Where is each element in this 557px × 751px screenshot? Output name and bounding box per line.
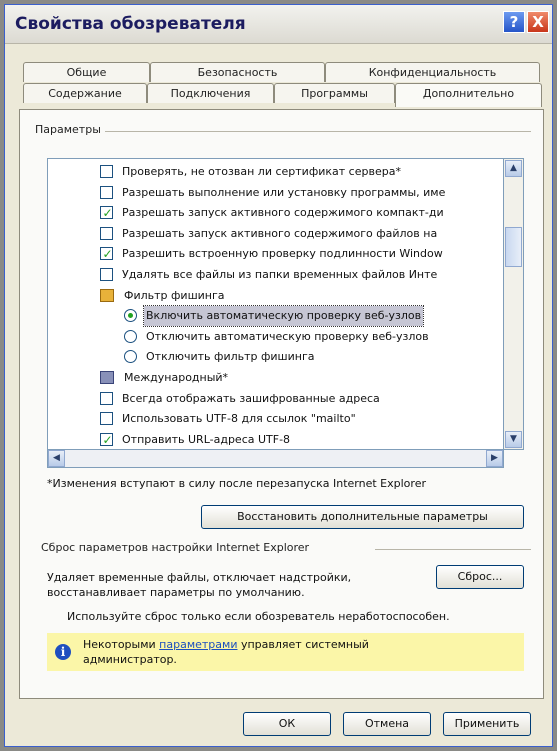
restore-advanced-button[interactable]: Восстановить дополнительные параметры <box>201 505 524 529</box>
tab-security[interactable]: Безопасность <box>150 62 325 82</box>
settings-item-label: Всегда отображать зашифрованные адреса <box>122 391 380 405</box>
settings-link[interactable]: параметрами <box>159 638 237 651</box>
checkbox[interactable] <box>100 412 113 426</box>
scroll-up-icon[interactable]: ▲ <box>505 160 522 177</box>
check-icon: ✓ <box>102 206 113 221</box>
horizontal-scroll-track[interactable] <box>65 450 486 467</box>
help-button[interactable]: ? <box>503 11 525 33</box>
checkbox[interactable] <box>100 391 113 405</box>
reset-description: Удаляет временные файлы, отключает надст… <box>47 570 351 600</box>
window-title: Свойства обозревателя <box>15 14 246 34</box>
settings-checkbox-row[interactable]: Разрешать запуск активного содержимого ф… <box>48 224 503 244</box>
settings-item-label: Удалять все файлы из папки временных фай… <box>122 268 438 281</box>
cancel-button[interactable]: Отмена <box>343 712 431 736</box>
reset-group-divider <box>375 549 531 550</box>
scroll-right-icon[interactable]: ▶ <box>486 450 503 467</box>
admin-info-bar: i Некоторыми параметрами управляет систе… <box>47 633 524 671</box>
settings-item-label: Разрешать запуск активного содержимого к… <box>122 206 444 220</box>
radio-dot-icon <box>128 313 133 319</box>
info-text-part: Некоторыми <box>83 638 160 651</box>
tab-content[interactable]: Содержание <box>23 83 147 103</box>
settings-item-label: Отключить фильтр фишинга <box>146 350 315 364</box>
settings-list[interactable]: Проверять, не отозван ли сертификат серв… <box>47 158 504 450</box>
radio-button[interactable] <box>124 329 137 343</box>
settings-checkbox-row[interactable]: ✓ Разрешать запуск активного содержимого … <box>48 203 503 223</box>
settings-checkbox-row[interactable]: ✓ Разрешить встроенную проверку подлиннос… <box>48 244 503 264</box>
settings-item-label: Международный* <box>124 371 229 384</box>
params-group-label: Параметры <box>35 123 101 136</box>
ok-button[interactable]: ОК <box>243 712 331 736</box>
settings-checkbox-row[interactable]: Всегда отображать зашифрованные адреса <box>48 389 503 409</box>
params-group-divider <box>105 131 531 132</box>
tab-programs[interactable]: Программы <box>274 83 395 103</box>
settings-item-label: Отключить автоматическую проверку веб-уз… <box>146 329 429 343</box>
settings-item-label: Фильтр фишинга <box>124 288 225 302</box>
settings-checkbox-row[interactable]: ✓ Отправить URL-адреса UTF-8 <box>48 430 503 449</box>
globe-folder-icon <box>100 371 114 384</box>
close-button[interactable]: X <box>527 11 549 33</box>
info-text-part: управляет системный <box>237 638 369 651</box>
settings-checkbox-row[interactable]: Использовать UTF-8 для ссылок "mailto" <box>48 409 503 429</box>
checkbox[interactable] <box>100 268 113 281</box>
internet-options-dialog: Свойства обозревателя ? X Общие Безопасн… <box>4 4 553 747</box>
apply-button[interactable]: Применить <box>443 712 531 736</box>
info-icon: i <box>55 644 71 660</box>
settings-item-label: Разрешать выполнение или установку прогр… <box>122 185 446 199</box>
settings-item-label: Проверять, не отозван ли сертификат серв… <box>122 165 401 178</box>
settings-group-row[interactable]: Фильтр фишинга <box>48 286 503 306</box>
reset-use-note: Используйте сброс только если обозревате… <box>67 610 450 623</box>
scroll-thumb[interactable] <box>505 227 522 267</box>
settings-checkbox-row[interactable]: Проверять, не отозван ли сертификат серв… <box>48 162 503 182</box>
checkbox[interactable]: ✓ <box>100 247 113 261</box>
settings-item-label: Включить автоматическую проверку веб-узл… <box>142 305 425 328</box>
scroll-down-icon[interactable]: ▼ <box>505 431 522 448</box>
tab-privacy[interactable]: Конфиденциальность <box>325 62 540 82</box>
reset-description-line: восстанавливает параметры по умолчанию. <box>47 586 305 599</box>
scroll-left-icon[interactable]: ◀ <box>48 450 65 467</box>
reset-group-label: Сброс параметров настройки Internet Expl… <box>41 541 310 554</box>
checkbox[interactable] <box>100 165 113 178</box>
settings-radio-row[interactable]: Отключить фильтр фишинга <box>48 347 503 367</box>
title-bar[interactable]: Свойства обозревателя ? X <box>5 5 552 44</box>
check-icon: ✓ <box>102 432 113 447</box>
radio-button[interactable] <box>124 309 137 323</box>
settings-checkbox-row[interactable]: Удалять все файлы из папки временных фай… <box>48 265 503 285</box>
settings-item-label: Разрешать запуск активного содержимого ф… <box>122 226 438 240</box>
admin-info-text: Некоторыми параметрами управляет системн… <box>83 637 369 667</box>
reset-description-line: Удаляет временные файлы, отключает надст… <box>47 571 352 584</box>
restart-note: *Изменения вступают в силу после перезап… <box>47 477 426 490</box>
tab-general[interactable]: Общие <box>23 62 150 82</box>
checkbox[interactable] <box>100 185 113 199</box>
info-text-line2: администратор. <box>83 653 177 666</box>
check-icon: ✓ <box>102 247 113 262</box>
reset-button[interactable]: Сброс... <box>436 565 524 589</box>
checkbox[interactable] <box>100 226 113 240</box>
vertical-scrollbar[interactable]: ▲ ▼ <box>504 158 524 450</box>
settings-radio-row[interactable]: Включить автоматическую проверку веб-узл… <box>48 305 503 328</box>
settings-item-label: Разрешить встроенную проверку подлинност… <box>122 247 443 261</box>
horizontal-scrollbar[interactable]: ◀ ▶ <box>47 450 504 468</box>
tab-advanced[interactable]: Дополнительно <box>395 83 542 107</box>
settings-checkbox-row[interactable]: Разрешать выполнение или установку прогр… <box>48 183 503 203</box>
settings-item-label: Отправить URL-адреса UTF-8 <box>122 432 291 446</box>
settings-radio-row[interactable]: Отключить автоматическую проверку веб-уз… <box>48 327 503 347</box>
settings-group-row[interactable]: Международный* <box>48 368 503 388</box>
checkbox[interactable]: ✓ <box>100 432 113 447</box>
checkbox[interactable]: ✓ <box>100 206 113 220</box>
lock-folder-icon <box>100 288 114 302</box>
tab-connections[interactable]: Подключения <box>147 83 274 103</box>
radio-button[interactable] <box>124 350 137 364</box>
settings-item-label: Использовать UTF-8 для ссылок "mailto" <box>122 412 356 426</box>
